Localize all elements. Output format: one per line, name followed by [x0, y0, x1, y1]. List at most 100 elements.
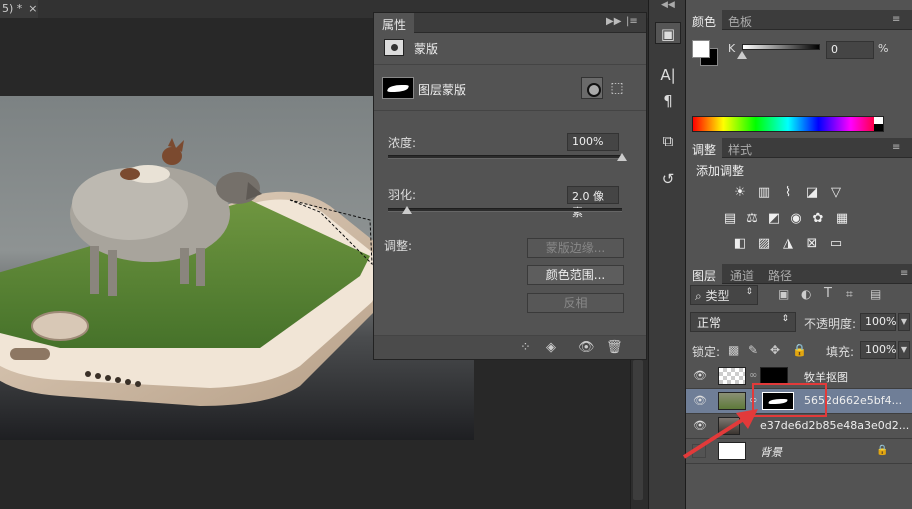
- filter-type-icon[interactable]: T: [824, 286, 832, 301]
- tab-channels[interactable]: 通道: [724, 264, 760, 284]
- color-panel-tabs: 颜色 色板 ≡: [686, 10, 912, 30]
- color-lookup-icon[interactable]: ▦: [834, 212, 850, 226]
- clone-source-icon[interactable]: ⧉: [655, 130, 681, 152]
- search-icon: ⌕: [695, 289, 706, 303]
- layer-filter-value: 类型: [705, 289, 730, 303]
- feather-field[interactable]: 2.0 像素: [567, 186, 619, 219]
- panel-menu-icon[interactable]: ≡: [892, 14, 900, 25]
- fill-field[interactable]: 100%: [860, 341, 896, 359]
- threshold-icon[interactable]: ◮: [780, 237, 796, 251]
- collapse-dock-icon[interactable]: ◀◀: [661, 0, 675, 10]
- dropdown-arrow-icon: ⇕: [781, 314, 789, 324]
- density-slider-knob[interactable]: [617, 153, 627, 161]
- photo-filter-icon[interactable]: ◉: [788, 212, 804, 226]
- layer-thumbnail[interactable]: [718, 367, 746, 385]
- tab-adjustments[interactable]: 调整: [686, 138, 723, 158]
- filter-shape-icon[interactable]: ⌗: [846, 287, 853, 302]
- exposure-icon[interactable]: ◪: [804, 186, 820, 200]
- properties-section-row: 蒙版: [374, 33, 646, 65]
- lock-image-icon[interactable]: ✎: [748, 343, 758, 357]
- opacity-field[interactable]: 100%: [860, 313, 896, 331]
- panel-menu-icon[interactable]: ≡: [892, 142, 900, 153]
- panel-menu-icon[interactable]: |≡: [626, 16, 638, 27]
- feather-slider-knob[interactable]: [401, 206, 412, 214]
- filter-smart-object-icon[interactable]: ▤: [870, 287, 881, 301]
- eye-icon[interactable]: 👁: [692, 369, 708, 383]
- opacity-dropdown-arrow[interactable]: ▼: [898, 313, 910, 331]
- gradient-map-icon[interactable]: ▭: [828, 237, 844, 251]
- layer-name[interactable]: e37de6d2b85e48a3e0d2...: [760, 419, 909, 432]
- foreground-color-swatch-front[interactable]: [692, 40, 710, 58]
- tab-color[interactable]: 颜色: [686, 10, 723, 30]
- layer-filter-select[interactable]: ⌕ 类型 ⇕: [690, 285, 758, 305]
- color-spectrum-bar[interactable]: [692, 116, 884, 132]
- curves-icon[interactable]: ⌇: [780, 186, 796, 200]
- invert-button[interactable]: 反相: [527, 293, 624, 313]
- lock-transparent-icon[interactable]: ▩: [728, 343, 739, 357]
- tab-paths[interactable]: 路径: [762, 264, 798, 284]
- vector-mask-button[interactable]: ⬚: [606, 77, 628, 99]
- tab-swatches[interactable]: 色板: [722, 10, 758, 30]
- document-tab[interactable]: 5) * ×: [0, 0, 38, 18]
- levels-icon[interactable]: ▥: [756, 186, 772, 200]
- blend-mode-select[interactable]: 正常 ⇕: [690, 312, 796, 332]
- panel-menu-icon[interactable]: ≡: [900, 268, 908, 279]
- close-icon[interactable]: ×: [28, 2, 37, 15]
- lock-position-icon[interactable]: ✥: [770, 343, 780, 357]
- tab-styles[interactable]: 样式: [722, 138, 758, 158]
- character-icon[interactable]: A|: [655, 64, 681, 86]
- mask-thumbnail: [382, 77, 414, 99]
- black-white-swatch[interactable]: [874, 117, 883, 131]
- black-white-icon[interactable]: ◩: [766, 212, 782, 226]
- arrow-annotation: [682, 409, 758, 459]
- layers-panel-tabs: 图层 通道 路径 ≡: [686, 264, 912, 284]
- lock-icon: 🔒: [876, 445, 889, 456]
- dropdown-arrow-icon: ⇕: [745, 287, 753, 297]
- load-selection-icon[interactable]: ⁘: [520, 340, 531, 355]
- fill-dropdown-arrow[interactable]: ▼: [898, 341, 910, 359]
- blend-mode-value: 正常: [697, 316, 722, 330]
- mask-type-label: 图层蒙版: [418, 83, 467, 97]
- filter-adjustment-icon[interactable]: ◐: [801, 287, 811, 301]
- properties-dock-icon[interactable]: ▣: [655, 22, 681, 44]
- color-balance-icon[interactable]: ⚖: [744, 212, 760, 226]
- mask-type-row: 图层蒙版 ⬚: [374, 65, 646, 111]
- filter-pixel-icon[interactable]: ▣: [778, 287, 789, 301]
- adjustments-panel-tabs: 调整 样式 ≡: [686, 138, 912, 158]
- k-value-field[interactable]: 0: [826, 41, 874, 59]
- feather-label: 羽化:: [388, 188, 417, 202]
- document-tab-title: 5) *: [2, 2, 23, 15]
- density-slider[interactable]: [388, 155, 622, 159]
- k-slider-knob[interactable]: [737, 51, 747, 59]
- density-field[interactable]: 100%: [567, 133, 619, 151]
- selective-color-icon[interactable]: ⊠: [804, 237, 820, 251]
- apply-mask-icon[interactable]: ◈: [546, 340, 556, 355]
- scrollbar-thumb[interactable]: [633, 360, 643, 500]
- mask-edge-button[interactable]: 蒙版边缘...: [527, 238, 624, 258]
- properties-header: 属性 ▶▶ |≡: [374, 13, 646, 33]
- density-label: 浓度:: [388, 136, 417, 150]
- brightness-icon[interactable]: ☀: [732, 186, 748, 200]
- history-icon[interactable]: ↺: [655, 168, 681, 190]
- hue-saturation-icon[interactable]: ▤: [722, 212, 738, 226]
- lock-label: 锁定:: [692, 345, 721, 359]
- posterize-icon[interactable]: ▨: [756, 237, 772, 251]
- paragraph-icon[interactable]: ¶: [655, 90, 681, 112]
- lock-all-icon[interactable]: 🔒: [792, 343, 807, 357]
- k-slider[interactable]: [742, 44, 820, 50]
- invert-icon[interactable]: ◧: [732, 237, 748, 251]
- k-unit-label: %: [878, 42, 889, 55]
- collapse-icon[interactable]: ▶▶: [606, 16, 621, 27]
- vibrance-icon[interactable]: ▽: [828, 186, 844, 200]
- pixel-mask-button[interactable]: [581, 77, 603, 99]
- color-range-button[interactable]: 颜色范围...: [527, 265, 624, 285]
- channel-mixer-icon[interactable]: ✿: [810, 212, 826, 226]
- visibility-eye-icon[interactable]: 👁: [578, 340, 595, 355]
- properties-footer: ⁘ ◈ 👁 🗑: [374, 335, 646, 359]
- tab-layers[interactable]: 图层: [686, 264, 723, 284]
- trash-icon[interactable]: 🗑: [606, 340, 623, 355]
- link-icon[interactable]: ∞: [749, 370, 757, 381]
- tab-properties[interactable]: 属性: [374, 13, 415, 33]
- opacity-label: 不透明度:: [804, 317, 857, 331]
- feather-slider[interactable]: [388, 208, 622, 212]
